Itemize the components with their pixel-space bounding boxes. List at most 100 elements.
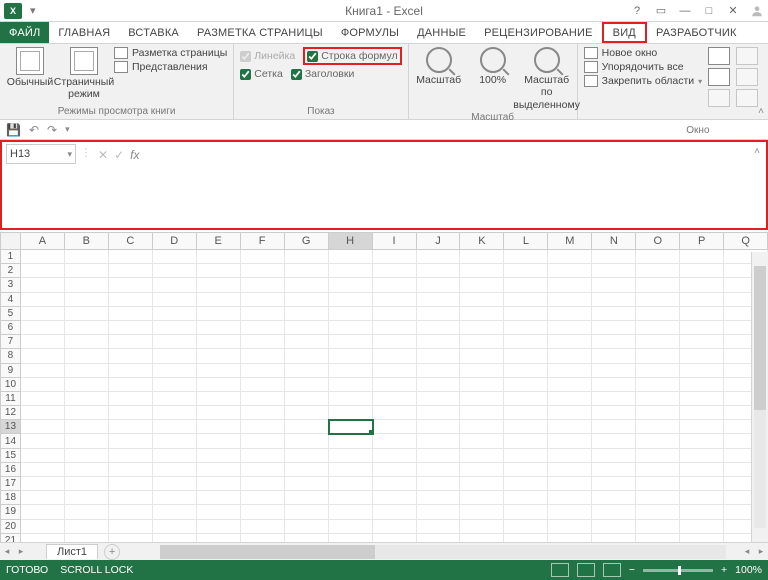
cell[interactable] (109, 520, 153, 534)
cell[interactable] (153, 449, 197, 463)
cell[interactable] (592, 477, 636, 491)
cell[interactable] (373, 434, 417, 448)
cell[interactable] (285, 505, 329, 519)
qat-customize-button[interactable]: ▾ (65, 124, 70, 135)
cell[interactable] (460, 505, 504, 519)
cell[interactable] (548, 264, 592, 278)
zoom-slider[interactable] (643, 569, 713, 572)
cell[interactable] (197, 278, 241, 292)
cell[interactable] (592, 434, 636, 448)
cell[interactable] (241, 449, 285, 463)
cell[interactable] (504, 250, 548, 264)
column-header[interactable]: G (285, 232, 329, 250)
cell[interactable] (241, 250, 285, 264)
zoom-out-button[interactable]: − (629, 564, 635, 576)
cell[interactable] (548, 520, 592, 534)
column-header[interactable]: K (460, 232, 504, 250)
cell[interactable] (373, 406, 417, 420)
cell[interactable] (65, 420, 109, 434)
cell[interactable] (197, 420, 241, 434)
cancel-formula-button[interactable]: ✕ (98, 148, 108, 162)
vertical-scrollbar[interactable] (751, 252, 768, 542)
cell[interactable] (548, 250, 592, 264)
cell[interactable] (548, 534, 592, 542)
scroll-left-icon[interactable]: ◂ (740, 546, 754, 557)
row-header[interactable]: 8 (0, 349, 21, 363)
cell[interactable] (504, 406, 548, 420)
cell[interactable] (285, 491, 329, 505)
cell[interactable] (109, 307, 153, 321)
cell[interactable] (592, 335, 636, 349)
name-box[interactable]: H13 ▾ (6, 144, 76, 164)
column-header[interactable]: J (417, 232, 461, 250)
cell[interactable] (548, 505, 592, 519)
cell[interactable] (153, 335, 197, 349)
cell[interactable] (21, 293, 65, 307)
cell[interactable] (329, 477, 373, 491)
cell[interactable] (109, 434, 153, 448)
row-header[interactable]: 6 (0, 321, 21, 335)
cell[interactable] (197, 264, 241, 278)
enter-formula-button[interactable]: ✓ (114, 148, 124, 162)
cell[interactable] (153, 420, 197, 434)
cell[interactable] (636, 534, 680, 542)
cell[interactable] (548, 449, 592, 463)
cell[interactable] (504, 335, 548, 349)
cell[interactable] (285, 378, 329, 392)
cell[interactable] (241, 364, 285, 378)
zoom-100-button[interactable]: 100% (469, 47, 517, 87)
cell[interactable] (153, 264, 197, 278)
cell[interactable] (65, 534, 109, 542)
cell[interactable] (460, 434, 504, 448)
cell[interactable] (153, 250, 197, 264)
cell[interactable] (460, 449, 504, 463)
cell[interactable] (285, 463, 329, 477)
tab-вид[interactable]: ВИД (602, 22, 647, 43)
cell[interactable] (504, 420, 548, 434)
cell[interactable] (460, 520, 504, 534)
cell[interactable] (241, 278, 285, 292)
page-layout-button[interactable]: Разметка страницы (114, 47, 227, 59)
cell[interactable] (285, 420, 329, 434)
switch-windows-button[interactable]: Перейти вдругое окно (764, 47, 768, 125)
cell[interactable] (460, 321, 504, 335)
horizontal-scrollbar[interactable] (160, 545, 726, 559)
cell[interactable] (636, 505, 680, 519)
cell[interactable] (636, 349, 680, 363)
cell[interactable] (197, 520, 241, 534)
cell[interactable] (504, 477, 548, 491)
cell[interactable] (109, 477, 153, 491)
cell[interactable] (329, 505, 373, 519)
cell[interactable] (504, 434, 548, 448)
cell[interactable] (241, 392, 285, 406)
cell[interactable] (636, 364, 680, 378)
cell[interactable] (460, 307, 504, 321)
column-header[interactable]: N (592, 232, 636, 250)
collapse-ribbon-icon[interactable]: ˄ (758, 106, 764, 117)
zoom-in-button[interactable]: + (721, 564, 727, 576)
row-header[interactable]: 14 (0, 434, 21, 448)
cell[interactable] (241, 321, 285, 335)
cell[interactable] (285, 449, 329, 463)
cell[interactable] (109, 420, 153, 434)
cell[interactable] (373, 364, 417, 378)
account-icon[interactable] (746, 2, 768, 20)
cell[interactable] (241, 463, 285, 477)
tab-рецензирование[interactable]: РЕЦЕНЗИРОВАНИЕ (475, 22, 602, 43)
cell[interactable] (504, 449, 548, 463)
column-header[interactable]: I (373, 232, 417, 250)
cell[interactable] (153, 477, 197, 491)
cell[interactable] (636, 321, 680, 335)
column-header[interactable]: D (153, 232, 197, 250)
cell[interactable] (329, 449, 373, 463)
row-header[interactable]: 15 (0, 449, 21, 463)
row-header[interactable]: 10 (0, 378, 21, 392)
split-icon[interactable] (708, 47, 730, 65)
name-box-dropdown-icon[interactable]: ▾ (67, 149, 72, 160)
cell[interactable] (65, 477, 109, 491)
cell[interactable] (417, 250, 461, 264)
cell[interactable] (592, 449, 636, 463)
cell[interactable] (21, 463, 65, 477)
row-header[interactable]: 16 (0, 463, 21, 477)
cell[interactable] (417, 406, 461, 420)
